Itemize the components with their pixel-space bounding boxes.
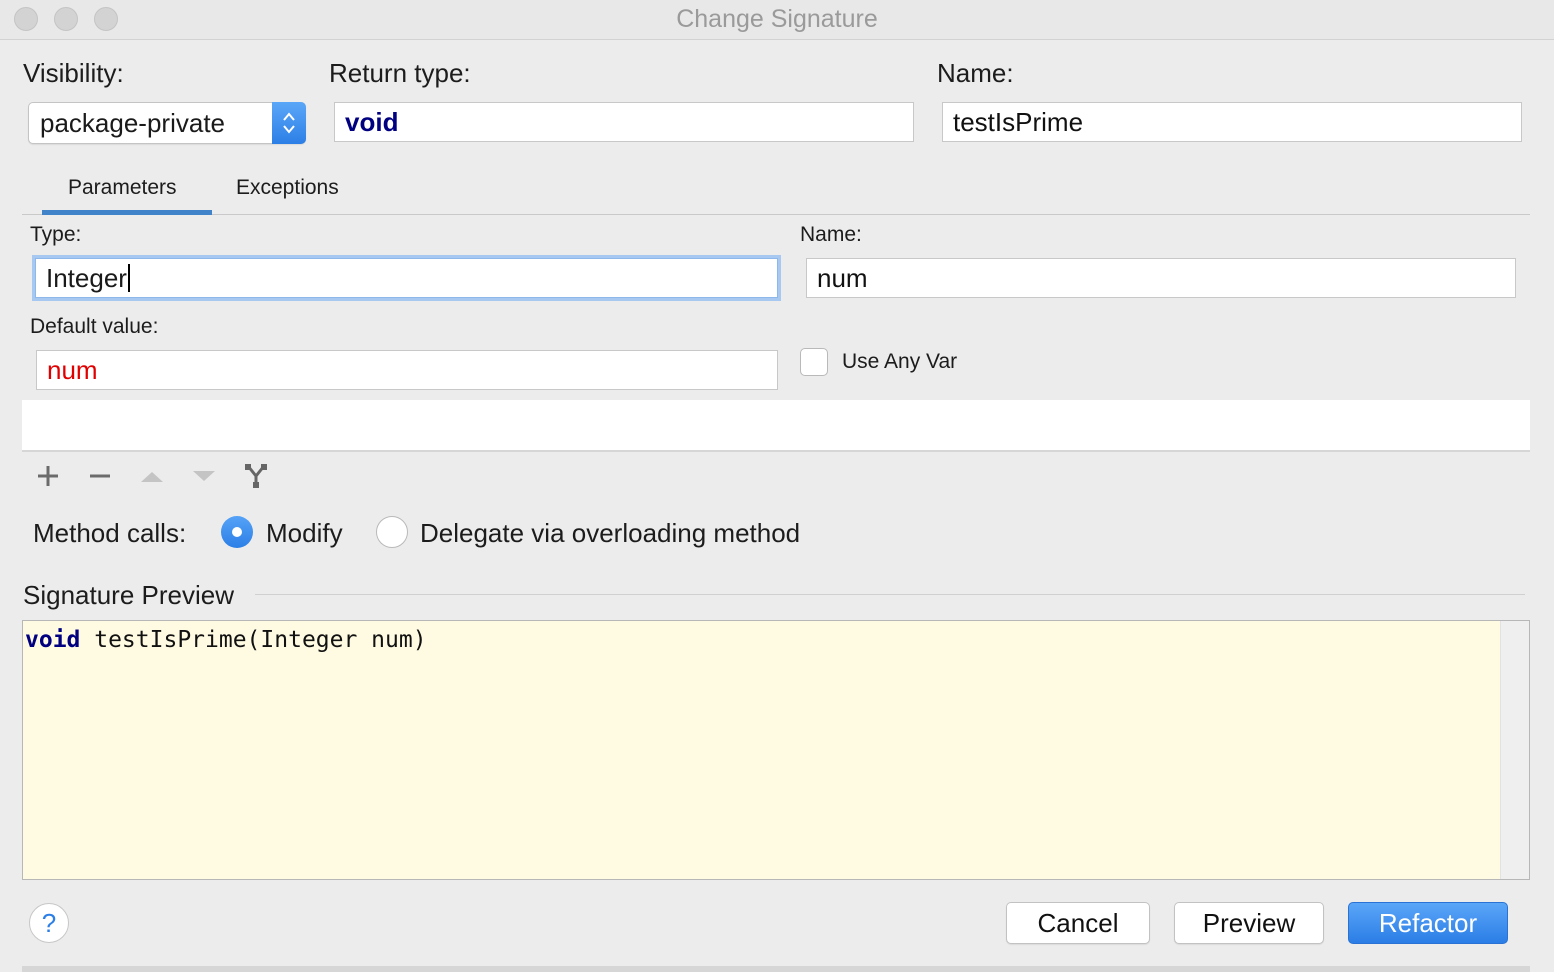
param-type-value: Integer xyxy=(46,263,127,293)
signature-code: void testIsPrime(Integer num) xyxy=(25,627,427,653)
code-keyword: void xyxy=(25,627,81,653)
section-divider xyxy=(255,594,1525,595)
delegate-radio[interactable] xyxy=(376,516,408,548)
code-signature: testIsPrime(Integer num) xyxy=(80,627,427,653)
move-up-icon[interactable] xyxy=(136,460,168,492)
selected-tab-indicator xyxy=(42,210,212,215)
table-divider xyxy=(22,450,1530,452)
minus-icon[interactable] xyxy=(84,460,116,492)
propagate-icon[interactable] xyxy=(240,460,272,492)
modify-label: Modify xyxy=(266,518,343,548)
cancel-button[interactable]: Cancel xyxy=(1006,902,1150,944)
refactor-button[interactable]: Refactor xyxy=(1348,902,1508,944)
tab-exceptions[interactable]: Exceptions xyxy=(236,176,339,200)
signature-preview-pane: void testIsPrime(Integer num) xyxy=(22,620,1530,880)
move-down-icon[interactable] xyxy=(188,460,220,492)
method-name-input[interactable]: testIsPrime xyxy=(942,102,1522,142)
select-arrows-icon xyxy=(272,102,306,144)
return-type-label: Return type: xyxy=(329,58,471,88)
tab-parameters[interactable]: Parameters xyxy=(68,176,177,200)
use-any-var-label: Use Any Var xyxy=(842,350,958,373)
param-name-input[interactable]: num xyxy=(806,258,1516,298)
window-title: Change Signature xyxy=(676,5,878,33)
text-caret xyxy=(127,264,130,292)
default-value-label: Default value: xyxy=(30,315,159,338)
signature-preview-title: Signature Preview xyxy=(23,580,234,610)
plus-icon[interactable] xyxy=(32,460,64,492)
title-bar: Change Signature xyxy=(0,0,1554,40)
default-value-input[interactable]: num xyxy=(36,350,778,390)
delegate-label: Delegate via overloading method xyxy=(420,518,801,548)
radio-dot xyxy=(232,527,242,537)
method-calls-label: Method calls: xyxy=(33,518,187,548)
modify-radio[interactable] xyxy=(221,516,253,548)
preview-scrollbar[interactable] xyxy=(1500,621,1529,879)
use-any-var-checkbox[interactable] xyxy=(800,348,828,376)
param-type-label: Type: xyxy=(30,223,82,246)
window-bottom-edge xyxy=(22,966,1530,972)
visibility-value: package-private xyxy=(40,108,225,138)
preview-button[interactable]: Preview xyxy=(1174,902,1324,944)
visibility-select[interactable]: package-private xyxy=(28,102,306,144)
visibility-label: Visibility: xyxy=(23,58,124,88)
tabs-divider xyxy=(22,214,1530,215)
method-name-label: Name: xyxy=(937,58,1014,88)
return-type-input[interactable]: void xyxy=(334,102,914,142)
param-name-label: Name: xyxy=(800,223,862,246)
help-button[interactable]: ? xyxy=(29,903,69,943)
param-type-input[interactable]: Integer xyxy=(35,258,778,298)
parameters-table[interactable] xyxy=(22,400,1530,450)
